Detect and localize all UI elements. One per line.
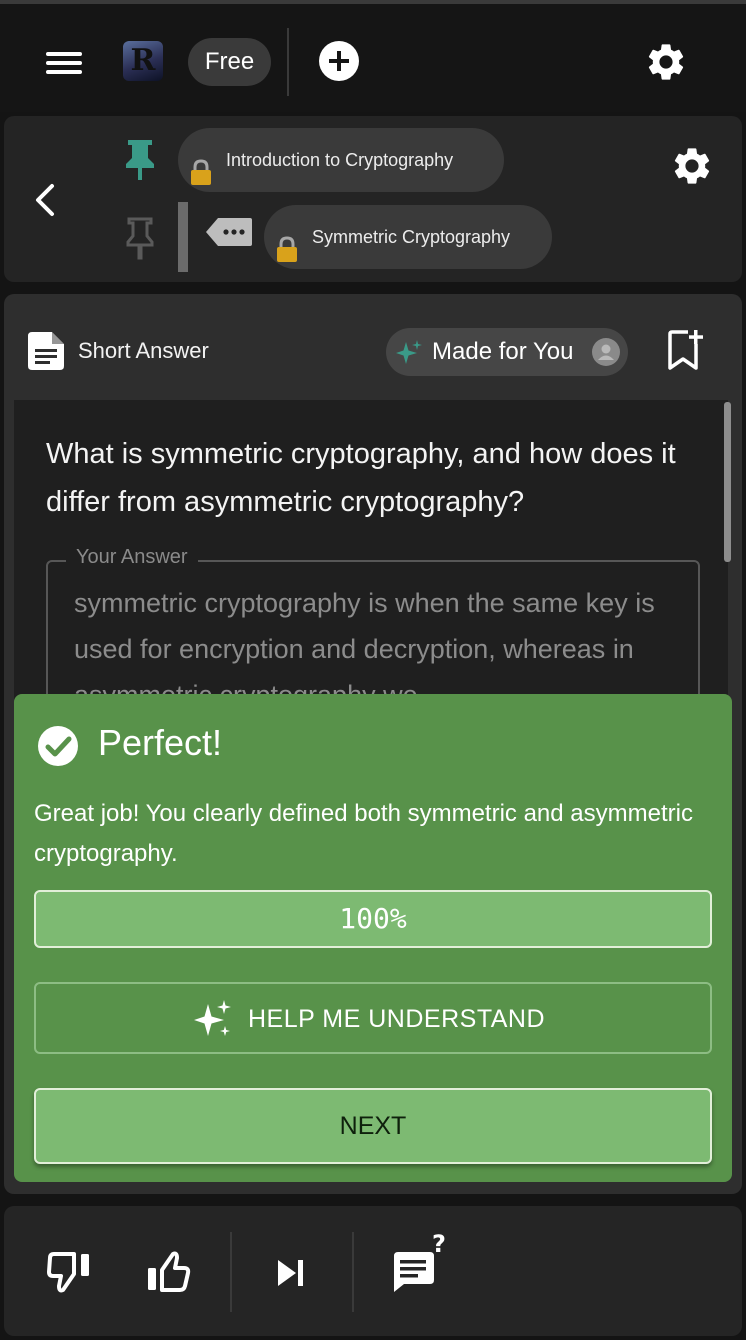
- feedback-title: Perfect!: [98, 722, 223, 763]
- more-tag-icon[interactable]: [206, 218, 252, 246]
- lock-icon: [276, 224, 298, 262]
- bookmark-add-icon[interactable]: [666, 328, 706, 372]
- made-for-you-badge[interactable]: Made for You: [386, 328, 628, 376]
- question-type-label: Short Answer: [78, 338, 209, 363]
- help-me-understand-button[interactable]: HELP ME UNDERSTAND: [34, 982, 712, 1054]
- question-chat-icon[interactable]: ?: [390, 1230, 450, 1294]
- breadcrumb: Introduction to Cryptography Symmetric C…: [4, 116, 742, 282]
- svg-text:?: ?: [432, 1232, 446, 1258]
- top-bar: R Free: [0, 4, 746, 112]
- check-circle-icon: [36, 724, 80, 768]
- skip-next-icon[interactable]: [276, 1258, 308, 1288]
- score-badge: 100%: [34, 890, 712, 948]
- question-text: What is symmetric cryptography, and how …: [46, 438, 676, 518]
- back-arrow-icon[interactable]: [28, 182, 62, 218]
- unpinned-pin-icon[interactable]: [120, 216, 160, 260]
- made-for-you-label: Made for You: [432, 338, 574, 365]
- question-scroll-area[interactable]: What is symmetric cryptography, and how …: [14, 400, 728, 700]
- thumbs-down-icon[interactable]: [46, 1250, 94, 1296]
- breadcrumb-chip-label: Introduction to Cryptography: [226, 150, 454, 170]
- breadcrumb-chip-topic[interactable]: Symmetric Cryptography: [264, 205, 552, 269]
- answer-text: symmetric cryptography is when the same …: [74, 588, 655, 700]
- plus-circle-icon[interactable]: [318, 40, 360, 82]
- feedback-message: Great job! You clearly defined both symm…: [34, 800, 693, 867]
- breadcrumb-chip-course[interactable]: Introduction to Cryptography: [178, 128, 504, 192]
- divider: [352, 1232, 354, 1312]
- sparkle-icon: [396, 340, 422, 366]
- answer-field-label: Your Answer: [66, 546, 198, 569]
- next-button[interactable]: NEXT: [34, 1088, 712, 1164]
- document-icon: [28, 332, 64, 370]
- bottom-toolbar: ?: [4, 1206, 742, 1336]
- sparkle-icon: [194, 1000, 232, 1038]
- gear-icon[interactable]: [670, 144, 714, 188]
- gear-icon[interactable]: [644, 40, 688, 84]
- breadcrumb-chip-label: Symmetric Cryptography: [312, 227, 511, 247]
- divider: [230, 1232, 232, 1312]
- scrollbar[interactable]: [724, 402, 731, 562]
- pin-icon[interactable]: [120, 138, 160, 182]
- user-avatar-icon: [592, 338, 620, 366]
- app-logo[interactable]: R: [123, 41, 163, 81]
- logo-letter: R: [130, 43, 156, 78]
- menu-icon[interactable]: [44, 48, 84, 78]
- feedback-panel: Perfect! Great job! You clearly defined …: [14, 694, 732, 1182]
- help-me-understand-label: HELP ME UNDERSTAND: [248, 1005, 546, 1033]
- thumbs-up-icon[interactable]: [144, 1248, 194, 1294]
- plan-badge[interactable]: Free: [188, 38, 271, 86]
- divider: [287, 28, 289, 96]
- answer-field[interactable]: Your Answer symmetric cryptography is wh…: [46, 546, 700, 700]
- breadcrumb-connector: [178, 202, 188, 272]
- lock-icon: [190, 147, 212, 185]
